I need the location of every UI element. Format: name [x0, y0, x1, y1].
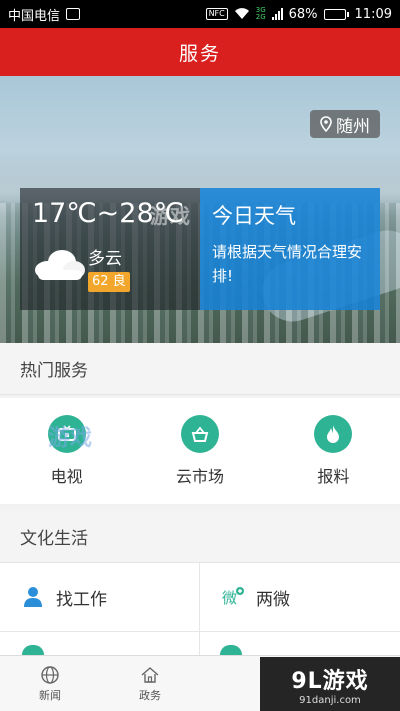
hot-services-grid: 电视 云市场 报料 [0, 398, 400, 504]
flame-icon [314, 415, 353, 453]
nav-label: 政务 [139, 689, 161, 702]
nav-news[interactable]: 新闻 [0, 656, 100, 711]
wifi-icon [234, 8, 249, 19]
clock: 11:09 [354, 6, 392, 22]
weibo-plus-icon: 微 [222, 587, 244, 607]
shopping-bag-icon [180, 415, 219, 453]
weather-summary: 17℃~28℃ 多云 62 良 [20, 188, 200, 310]
section-title: 文化生活 [20, 529, 88, 549]
nav-label: 新闻 [39, 689, 61, 702]
nfc-icon: NFC [205, 8, 228, 20]
weather-condition: 多云 [88, 249, 122, 269]
signal-icon [271, 8, 283, 20]
watermark-url: 91danji.com [299, 694, 361, 706]
service-label: 电视 [50, 467, 83, 486]
today-weather-title: 今日天气 [212, 204, 296, 228]
culture-label: 找工作 [56, 589, 107, 610]
service-tv[interactable]: 电视 [0, 398, 133, 504]
weather-banner[interactable]: 随州 17℃~28℃ 多云 62 良 今日天气 请根据天气情况合理安排! [0, 76, 400, 343]
status-bar: 中国电信 NFC 3G 2G 68% 11:09 [0, 0, 400, 28]
battery-icon [323, 8, 349, 20]
cloud-icon [35, 250, 85, 280]
title-bar: 服务 [0, 28, 400, 76]
aqi-badge: 62 良 [88, 272, 130, 292]
culture-two-micro[interactable]: 微 两微 [200, 563, 399, 631]
weather-card[interactable]: 17℃~28℃ 多云 62 良 今日天气 请根据天气情况合理安排! [20, 188, 380, 310]
service-label: 报料 [317, 467, 350, 486]
tv-icon [47, 415, 86, 453]
network-bottom-label: 2G [255, 13, 266, 21]
weather-advice: 请根据天气情况合理安排! [212, 243, 363, 285]
city-name: 随州 [336, 116, 370, 137]
location-selector[interactable]: 随州 [310, 110, 380, 138]
section-title: 热门服务 [20, 361, 88, 381]
location-pin-icon [320, 116, 332, 132]
person-icon [24, 587, 42, 607]
svg-text:微: 微 [222, 589, 237, 607]
page-title: 服务 [178, 42, 221, 65]
home-icon [141, 667, 159, 683]
network-type: 3G 2G [256, 7, 266, 21]
watermark-badge: 9L游戏 91danji.com [260, 657, 400, 711]
carrier-name: 中国电信 [8, 8, 61, 24]
watermark-brand: 9L游戏 [291, 668, 369, 694]
hot-services-header: 热门服务 [0, 343, 400, 395]
battery-percent: 68% [288, 6, 318, 22]
service-page: 中国电信 NFC 3G 2G 68% 11:09 服务 随州 17℃~28℃ 多… [0, 0, 400, 711]
service-label: 云市场 [175, 467, 224, 486]
image-notification-icon [66, 8, 81, 20]
grid-divider-horizontal [0, 631, 400, 632]
nav-government[interactable]: 政务 [100, 656, 200, 711]
culture-find-job[interactable]: 找工作 [0, 563, 199, 631]
culture-header: 文化生活 [0, 511, 400, 563]
service-report[interactable]: 报料 [267, 398, 400, 504]
temperature-range: 17℃~28℃ [32, 198, 184, 229]
globe-icon [41, 666, 59, 684]
grid-divider-vertical [199, 563, 200, 663]
service-cloud-market[interactable]: 云市场 [133, 398, 266, 504]
culture-label: 两微 [256, 589, 290, 610]
today-weather-panel: 今日天气 请根据天气情况合理安排! [200, 188, 380, 310]
